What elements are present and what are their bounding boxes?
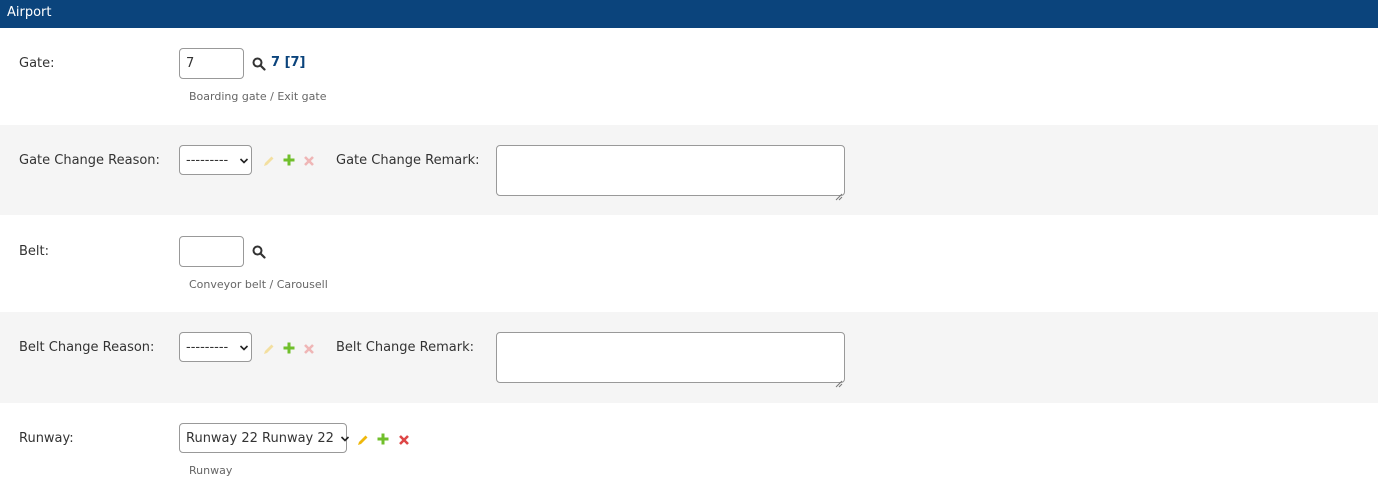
runway-label: Runway: [19, 431, 74, 446]
delete-icon[interactable] [397, 432, 411, 446]
search-icon[interactable] [252, 56, 266, 71]
form-row-belt-change: Belt Change Reason: --------- Belt Chang… [0, 312, 1378, 403]
belt-change-reason-select[interactable]: --------- [179, 332, 252, 362]
form-row-runway: Runway: Runway 22 Runway 22 Runway [0, 403, 1378, 485]
belt-help-text: Conveyor belt / Carousell [189, 278, 328, 291]
delete-icon [302, 153, 316, 167]
fieldset-header: Airport [0, 0, 1378, 28]
belt-change-remark-textarea[interactable] [496, 332, 845, 388]
belt-change-remark-label: Belt Change Remark: [336, 340, 474, 355]
gate-change-remark-textarea[interactable] [496, 145, 845, 201]
plus-icon[interactable] [282, 340, 296, 354]
runway-select[interactable]: Runway 22 Runway 22 [179, 423, 350, 453]
gate-lookup-link[interactable]: 7 [7] [271, 55, 306, 70]
gate-help-text: Boarding gate / Exit gate [189, 90, 327, 103]
belt-label: Belt: [19, 244, 50, 259]
gate-input[interactable] [179, 48, 244, 79]
belt-change-reason-label: Belt Change Reason: [19, 340, 155, 355]
chevron-down-icon [340, 433, 350, 443]
gate-label: Gate: [19, 56, 55, 71]
belt-input[interactable] [179, 236, 244, 267]
resize-handle-icon[interactable] [835, 186, 843, 201]
pencil-icon[interactable] [356, 432, 370, 446]
runway-select-value: Runway 22 Runway 22 [186, 430, 334, 446]
form-row-gate-change: Gate Change Reason: --------- Gate Chang… [0, 125, 1378, 215]
pencil-icon [262, 153, 276, 167]
plus-icon[interactable] [282, 152, 296, 166]
fieldset-title: Airport [7, 5, 52, 20]
form-row-belt: Belt: Conveyor belt / Carousell [0, 215, 1378, 312]
pencil-icon [262, 341, 276, 355]
belt-change-reason-value: --------- [186, 339, 229, 355]
gate-change-remark-label: Gate Change Remark: [336, 153, 480, 168]
chevron-down-icon [239, 155, 249, 165]
delete-icon [302, 341, 316, 355]
gate-change-reason-value: --------- [186, 152, 229, 168]
plus-icon[interactable] [376, 431, 390, 445]
search-icon[interactable] [252, 244, 266, 259]
resize-handle-icon[interactable] [835, 373, 843, 388]
gate-change-reason-select[interactable]: --------- [179, 145, 252, 175]
runway-help-text: Runway [189, 464, 233, 477]
form-row-gate: Gate: 7 [7] Boarding gate / Exit gate [0, 28, 1378, 125]
gate-change-reason-label: Gate Change Reason: [19, 153, 160, 168]
chevron-down-icon [239, 342, 249, 352]
